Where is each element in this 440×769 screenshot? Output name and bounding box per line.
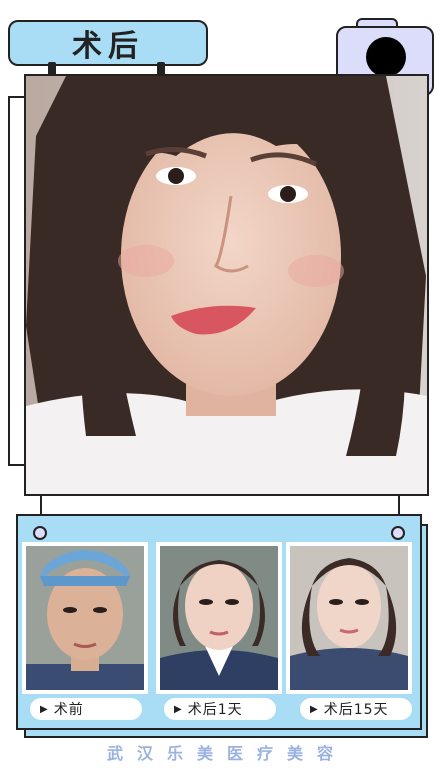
- play-arrow-icon: ▶: [174, 703, 182, 715]
- page: 术后 ▶ 术前 ▶ 术后1天 ▶ 术后15天 武汉乐美医疗美容: [0, 0, 440, 769]
- before-photo: [26, 546, 144, 690]
- label-day1-text: 术后1天: [187, 702, 243, 718]
- page-title: 术后: [72, 29, 144, 64]
- comparison-photo-day1: [156, 542, 282, 694]
- comparison-photo-day15: [286, 542, 412, 694]
- title-tag: 术后: [8, 20, 208, 66]
- main-photo: [26, 76, 427, 494]
- camera-lens: [366, 37, 406, 77]
- day15-photo: [290, 546, 408, 690]
- clinic-name: 武汉乐美医疗美容: [106, 744, 347, 763]
- play-arrow-icon: ▶: [40, 703, 48, 715]
- label-day15: ▶ 术后15天: [300, 698, 412, 720]
- label-before-text: 术前: [53, 702, 84, 718]
- label-day15-text: 术后15天: [323, 702, 389, 718]
- label-before: ▶ 术前: [30, 698, 142, 720]
- play-arrow-icon: ▶: [310, 703, 318, 715]
- main-photo-frame: [24, 74, 429, 496]
- day1-photo: [160, 546, 278, 690]
- comparison-photo-before: [22, 542, 148, 694]
- ring-right: [391, 526, 405, 540]
- label-day1: ▶ 术后1天: [164, 698, 276, 720]
- ring-left: [33, 526, 47, 540]
